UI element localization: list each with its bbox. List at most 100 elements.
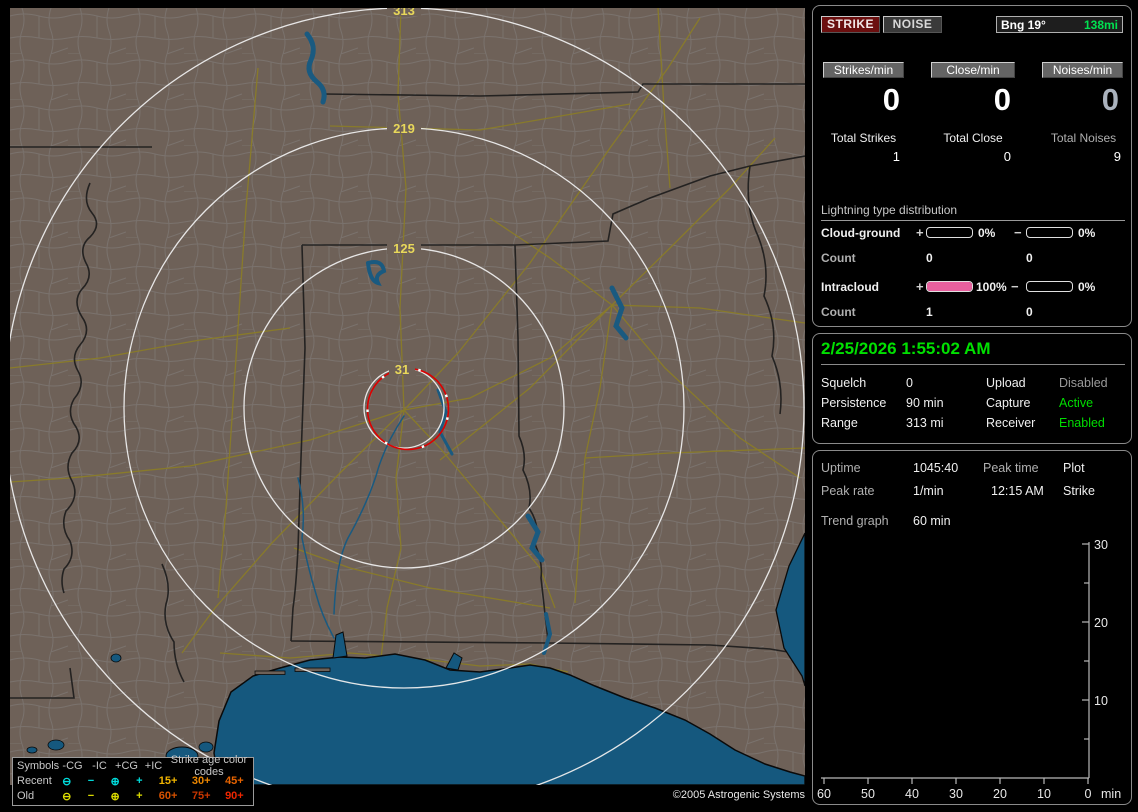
distance-value: 138mi <box>1083 17 1118 32</box>
cg-count-label: Count <box>821 251 856 265</box>
bearing-value: Bng 19° <box>1001 17 1046 32</box>
cloud-ground-label: Cloud-ground <box>821 226 901 240</box>
range-label: Range <box>821 416 858 430</box>
persistence-label: Persistence <box>821 396 887 410</box>
legend-col-neg-ic: -IC <box>92 760 107 772</box>
y-tick-20: 20 <box>1094 616 1108 630</box>
distribution-title: Lightning type distribution <box>821 203 1125 221</box>
cg-minus-count: 0 <box>1026 251 1033 265</box>
cg-plus-bar <box>926 227 973 238</box>
persistence-value: 90 min <box>906 396 944 410</box>
datetime-display: 2/25/2026 1:55:02 AM <box>821 339 1125 365</box>
total-noises-label: Total Noises <box>1050 131 1117 145</box>
capture-label: Capture <box>986 396 1031 410</box>
total-noises-value: 9 <box>1113 149 1121 164</box>
ic-minus-bar <box>1026 281 1073 292</box>
strikes-per-min-button[interactable]: Strikes/min <box>823 62 904 78</box>
trend-graph-chart: 30 20 10 60 50 40 30 20 10 0 min <box>817 538 1121 801</box>
upload-value: Disabled <box>1059 376 1108 390</box>
pos-ic-old-icon: + <box>136 790 143 802</box>
ring-label-125: 125 <box>393 241 415 256</box>
upload-label: Upload <box>986 376 1026 390</box>
map-canvas: 313 219 125 31 <box>10 8 805 785</box>
y-tick-30: 30 <box>1094 538 1108 552</box>
counters-panel: STRIKE NOISE Bng 19° 138mi Strikes/min C… <box>812 5 1132 327</box>
noises-per-min-value: 0 <box>1101 82 1119 117</box>
x-tick-30: 30 <box>949 787 963 801</box>
ic-plus-bar <box>926 281 973 292</box>
legend-col-pos-ic: +IC <box>144 760 163 772</box>
legend-old-label: Old <box>17 790 35 802</box>
legend-old-row: Old ⊖ − ⊕ + 60+ 75+ 90+ <box>13 789 253 803</box>
age-75: 75+ <box>191 790 211 802</box>
ring-label-31: 31 <box>395 362 409 377</box>
bearing-display: Bng 19° 138mi <box>996 16 1123 33</box>
age-45: 45+ <box>225 775 244 787</box>
ic-minus-count: 0 <box>1026 305 1033 319</box>
ic-plus-count: 1 <box>926 305 933 319</box>
squelch-label: Squelch <box>821 376 867 390</box>
total-close-label: Total Close <box>943 131 1003 145</box>
cg-plus-pct: 0% <box>978 226 996 240</box>
trend-tick-labels: 30 20 10 60 50 40 30 20 10 0 min <box>817 538 1121 801</box>
ring-label-219: 219 <box>393 121 415 136</box>
receiver-label: Receiver <box>986 416 1036 430</box>
capture-value: Active <box>1059 396 1094 410</box>
ic-plus-bar-fill <box>927 282 972 291</box>
strike-button[interactable]: STRIKE <box>821 16 880 33</box>
total-strikes-label: Total Strikes <box>830 131 897 145</box>
ic-minus-pct: 0% <box>1078 280 1096 294</box>
y-tick-10: 10 <box>1094 694 1108 708</box>
intracloud-label: Intracloud <box>821 280 880 294</box>
close-per-min-value: 0 <box>993 82 1011 117</box>
strikes-per-min-value: 0 <box>882 82 900 117</box>
copyright-text: ©2005 Astrogenic Systems <box>672 789 805 801</box>
squelch-value: 0 <box>906 376 913 390</box>
cg-plus-sign: + <box>916 225 924 240</box>
legend-header-row: Symbols -CG -IC +CG +IC Strike age color… <box>13 754 253 778</box>
x-tick-40: 40 <box>905 787 919 801</box>
pos-ic-recent-icon: + <box>136 775 143 787</box>
symbols-legend: Symbols -CG -IC +CG +IC Strike age color… <box>12 754 254 806</box>
neg-ic-recent-icon: − <box>87 775 95 787</box>
ring-label-313: 313 <box>393 8 415 18</box>
trend-axes <box>821 542 1090 784</box>
age-60: 60+ <box>158 790 178 802</box>
cg-minus-bar <box>1026 227 1073 238</box>
ic-minus-sign: − <box>1011 279 1019 294</box>
x-unit-label: min <box>1101 787 1121 801</box>
status-panel: 2/25/2026 1:55:02 AM Squelch 0 Upload Di… <box>812 333 1132 444</box>
neg-cg-recent-icon: ⊖ <box>62 775 72 788</box>
total-close-value: 0 <box>1003 149 1011 164</box>
range-value: 313 mi <box>906 416 944 430</box>
trend-panel: Uptime 1045:40 Peak time Plot Peak rate … <box>812 450 1132 805</box>
ic-plus-sign: + <box>916 279 924 294</box>
legend-col-pos-cg: +CG <box>115 760 138 772</box>
cg-plus-count: 0 <box>926 251 933 265</box>
pos-cg-old-icon: ⊕ <box>110 790 120 803</box>
noises-per-min-button[interactable]: Noises/min <box>1042 62 1123 78</box>
receiver-value: Enabled <box>1059 416 1105 430</box>
x-tick-10: 10 <box>1037 787 1051 801</box>
legend-recent-row: Recent ⊖ − ⊕ + 15+ 30+ 45+ <box>13 774 253 788</box>
x-tick-0: 0 <box>1085 787 1092 801</box>
cg-minus-sign: − <box>1014 225 1022 240</box>
total-strikes-value: 1 <box>892 149 900 164</box>
neg-ic-old-icon: − <box>87 790 95 802</box>
legend-col-neg-cg: -CG <box>62 760 83 772</box>
legend-symbols-header: Symbols <box>17 760 60 772</box>
ic-count-label: Count <box>821 305 856 319</box>
x-tick-60: 60 <box>817 787 831 801</box>
noise-button[interactable]: NOISE <box>883 16 942 33</box>
legend-recent-label: Recent <box>17 775 52 787</box>
x-tick-50: 50 <box>861 787 875 801</box>
ic-plus-pct: 100% <box>976 280 1007 294</box>
x-tick-20: 20 <box>993 787 1007 801</box>
neg-cg-old-icon: ⊖ <box>62 790 72 803</box>
pos-cg-recent-icon: ⊕ <box>110 775 120 788</box>
age-15: 15+ <box>158 775 178 787</box>
age-30: 30+ <box>191 775 211 787</box>
close-per-min-button[interactable]: Close/min <box>931 62 1015 78</box>
app-window: { "header": { "strike_btn": "STRIKE", "n… <box>0 0 1138 812</box>
radar-map[interactable]: 313 219 125 31 <box>10 8 805 785</box>
